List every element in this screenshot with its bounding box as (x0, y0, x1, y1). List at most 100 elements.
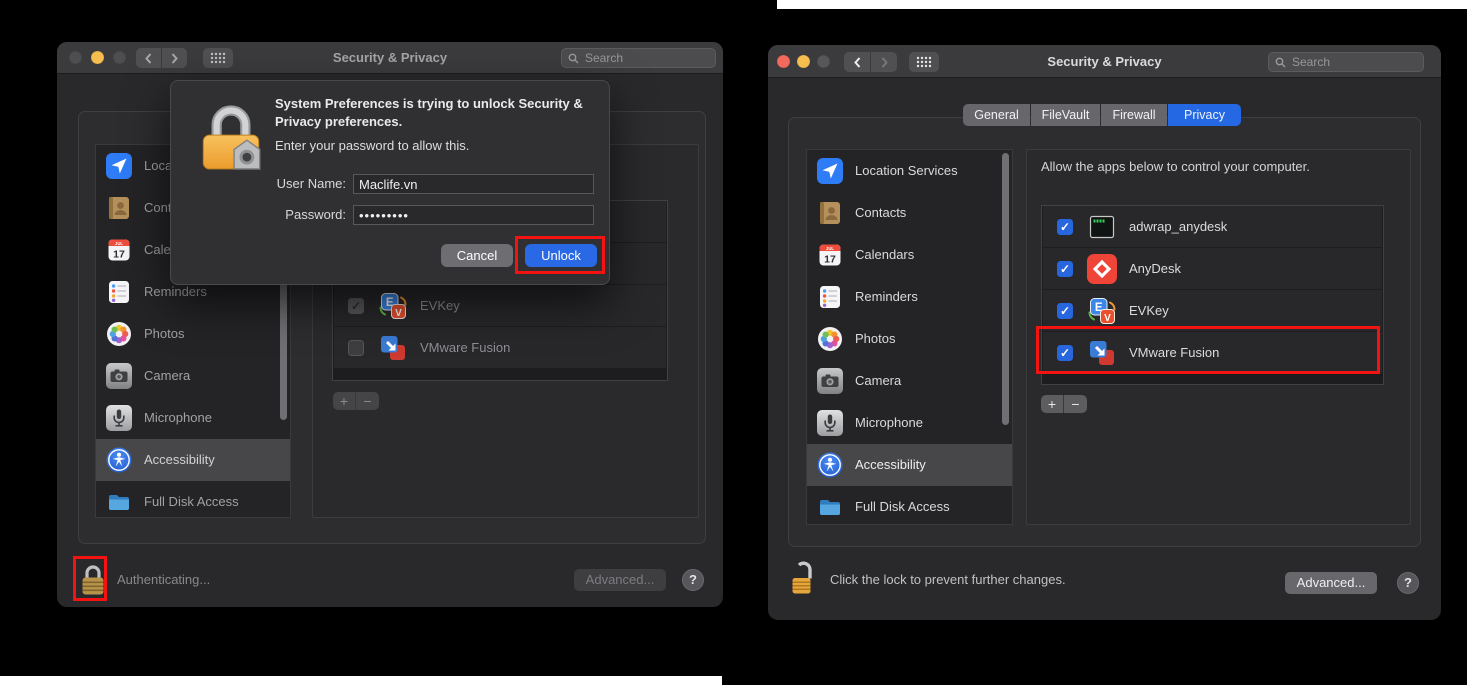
app-name: adwrap_anydesk (1129, 206, 1227, 248)
contacts-icon (106, 195, 132, 221)
add-app-button[interactable]: + (333, 392, 356, 410)
microphone-icon (106, 405, 132, 431)
lock-open-icon[interactable] (790, 559, 822, 606)
add-app-button[interactable]: + (1041, 395, 1064, 413)
app-name: EVKey (1129, 290, 1169, 332)
table-row-evkey[interactable]: ✓ EV EVKey (1043, 290, 1382, 332)
svg-text:17: 17 (113, 249, 125, 261)
evkey-icon: EV (378, 291, 408, 321)
remove-app-button[interactable]: − (1064, 395, 1087, 413)
full-disk-access-icon (106, 489, 132, 515)
sidebar-item-label: Microphone (144, 397, 212, 439)
search-input[interactable] (1290, 54, 1400, 70)
tab-filevault[interactable]: FileVault (1031, 104, 1100, 126)
sidebar-item-label: Calendars (855, 234, 914, 276)
username-field[interactable] (353, 174, 594, 194)
full-disk-access-icon (817, 494, 843, 520)
remove-app-button[interactable]: − (356, 392, 379, 410)
table-row-vmware-fusion[interactable]: VMware Fusion (334, 327, 666, 369)
sidebar-item-camera[interactable]: Camera (807, 360, 1012, 402)
sidebar-item-label: Photos (144, 313, 184, 355)
security-lock-icon (199, 91, 263, 178)
white-margin-top (777, 0, 1467, 9)
reminders-icon (106, 279, 132, 305)
authentication-dialog: System Preferences is trying to unlock S… (170, 80, 610, 285)
accessibility-icon (817, 452, 843, 478)
search-field[interactable] (561, 48, 716, 68)
svg-text:V: V (1104, 313, 1111, 324)
checkbox-checked[interactable]: ✓ (1057, 303, 1073, 319)
left-window: Security & Privacy Location Services Con… (57, 42, 723, 607)
checkbox-checked[interactable]: ✓ (348, 298, 364, 314)
calendars-icon: JUL17 (817, 242, 843, 268)
sidebar-item-microphone[interactable]: Microphone (807, 402, 1012, 444)
unlock-button[interactable]: Unlock (525, 244, 597, 267)
search-input[interactable] (583, 50, 693, 66)
password-field[interactable] (353, 205, 594, 225)
sidebar-scrollbar[interactable] (1002, 153, 1009, 425)
advanced-button[interactable]: Advanced... (1285, 572, 1377, 594)
table-row-anydesk[interactable]: ✓ AnyDesk (1043, 248, 1382, 290)
password-label: Password: (246, 205, 346, 225)
svg-text:JUL: JUL (826, 246, 834, 251)
sidebar-item-label: Full Disk Access (144, 481, 239, 518)
sidebar-item-reminders[interactable]: Reminders (807, 276, 1012, 318)
app-name: VMware Fusion (1129, 332, 1219, 374)
sidebar-item-label: Accessibility (855, 444, 926, 486)
app-name: EVKey (420, 285, 460, 327)
help-button[interactable]: ? (1397, 572, 1419, 594)
lock-closed-icon[interactable] (80, 561, 106, 604)
search-field[interactable] (1268, 52, 1424, 72)
sidebar-item-label: Full Disk Access (855, 486, 950, 525)
app-name: VMware Fusion (420, 327, 510, 369)
vmware-fusion-icon (1087, 338, 1117, 368)
photos-icon (817, 326, 843, 352)
accessibility-icon (106, 447, 132, 473)
sidebar-item-full-disk-access[interactable]: Full Disk Access (96, 481, 290, 518)
cancel-button[interactable]: Cancel (441, 244, 513, 267)
sidebar-item-location-services[interactable]: Location Services (807, 150, 1012, 192)
sidebar-item-label: Camera (855, 360, 901, 402)
tab-general[interactable]: General (963, 104, 1030, 126)
checkbox-checked[interactable]: ✓ (1057, 219, 1073, 235)
help-button[interactable]: ? (682, 569, 704, 591)
add-remove-controls: + − (1041, 395, 1087, 413)
sidebar-item-accessibility[interactable]: Accessibility (96, 439, 290, 481)
username-label: User Name: (246, 174, 346, 194)
reminders-icon (817, 284, 843, 310)
screenshot-canvas: Security & Privacy Location Services Con… (0, 0, 1467, 685)
status-text: Authenticating... (117, 572, 210, 587)
sidebar-item-photos[interactable]: Photos (807, 318, 1012, 360)
checkbox-checked[interactable]: ✓ (1057, 345, 1073, 361)
table-row-evkey[interactable]: ✓ EV EVKey (334, 285, 666, 327)
sidebar-item-microphone[interactable]: Microphone (96, 397, 290, 439)
sidebar-item-contacts[interactable]: Contacts (807, 192, 1012, 234)
sidebar-item-photos[interactable]: Photos (96, 313, 290, 355)
search-icon (1275, 57, 1286, 68)
camera-icon (106, 363, 132, 389)
calendars-icon: JUL 17 (106, 237, 132, 263)
svg-text:V: V (395, 308, 402, 319)
table-row-vmware-fusion[interactable]: ✓ VMware Fusion (1043, 332, 1382, 374)
camera-icon (817, 368, 843, 394)
sidebar-item-camera[interactable]: Camera (96, 355, 290, 397)
search-icon (568, 53, 579, 64)
tab-privacy[interactable]: Privacy (1168, 104, 1241, 126)
sidebar-item-label: Camera (144, 355, 190, 397)
tab-firewall[interactable]: Firewall (1101, 104, 1167, 126)
tab-bar: General FileVault Firewall Privacy (963, 104, 1241, 126)
dialog-title: System Preferences is trying to unlock S… (275, 95, 601, 130)
sidebar-item-label: Microphone (855, 402, 923, 444)
location-services-icon (817, 158, 843, 184)
table-row-adwrap-anydesk[interactable]: ✓ adwrap_anydesk (1043, 206, 1382, 248)
checkbox-unchecked[interactable] (348, 340, 364, 356)
checkbox-checked[interactable]: ✓ (1057, 261, 1073, 277)
sidebar-item-label: Reminders (855, 276, 918, 318)
vmware-fusion-icon (378, 333, 408, 363)
sidebar-item-accessibility[interactable]: Accessibility (807, 444, 1012, 486)
microphone-icon (817, 410, 843, 436)
svg-text:JUL: JUL (115, 241, 123, 246)
sidebar-item-calendars[interactable]: JUL17 Calendars (807, 234, 1012, 276)
sidebar-item-full-disk-access[interactable]: Full Disk Access (807, 486, 1012, 525)
advanced-button[interactable]: Advanced... (574, 569, 666, 591)
